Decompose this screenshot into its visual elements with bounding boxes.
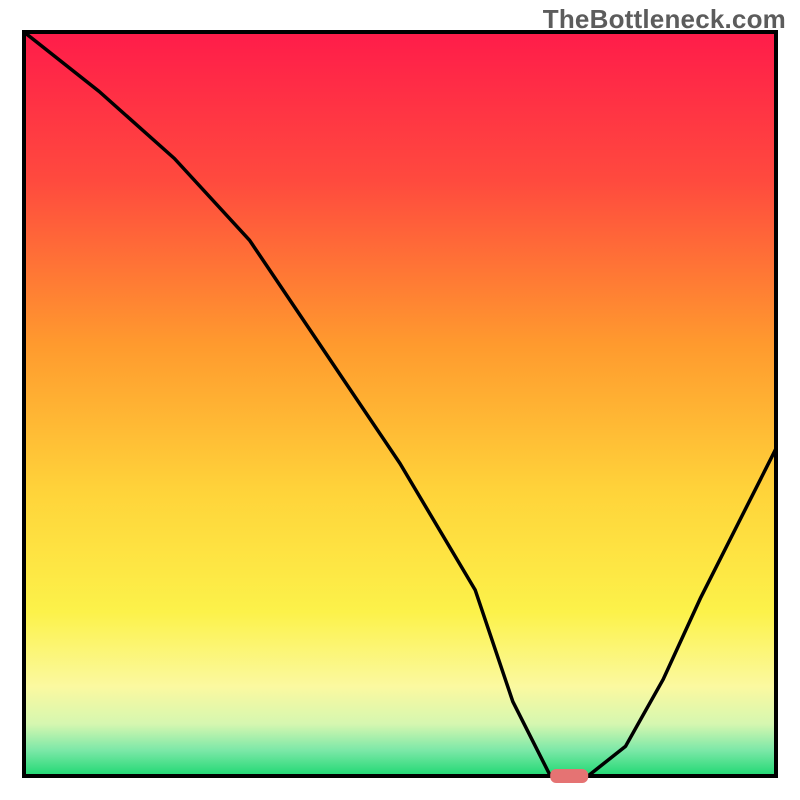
plot-background xyxy=(24,32,776,776)
bottleneck-chart xyxy=(0,0,800,800)
watermark-text: TheBottleneck.com xyxy=(543,4,786,35)
optimum-marker xyxy=(550,769,588,783)
